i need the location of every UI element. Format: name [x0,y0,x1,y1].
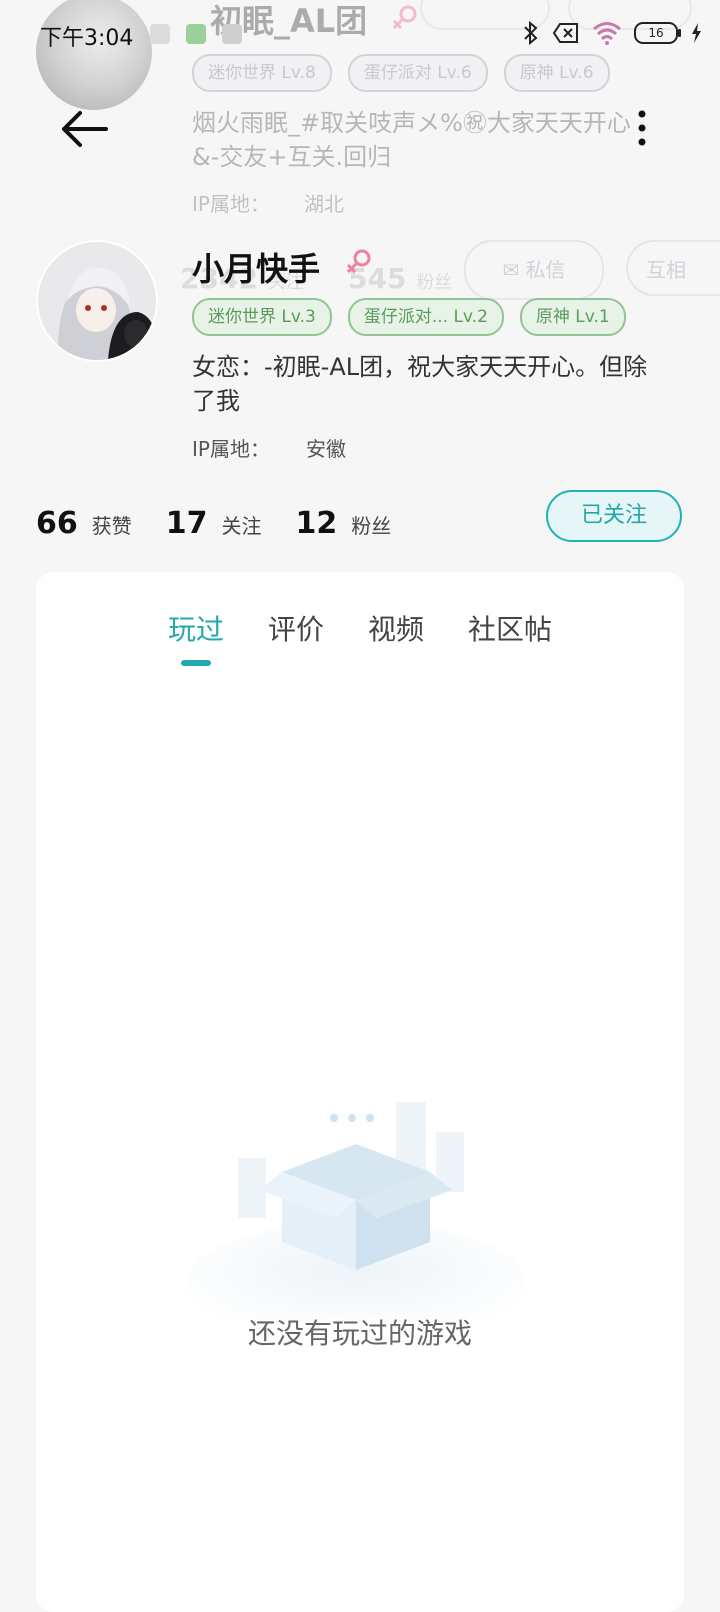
ghost-mutual-button: 互相 [626,240,720,296]
wifi-icon [593,22,621,45]
notification-app-icon [186,24,206,44]
tab-community-posts[interactable]: 社区帖 [468,608,552,648]
empty-box-illustration [186,1102,526,1322]
fans-label[interactable]: 粉丝 [351,510,391,539]
female-icon [392,5,417,30]
ip-location: IP属地： 安徽 [192,433,346,462]
ghost-avatar [36,0,152,110]
game-tag[interactable]: 蛋仔派对... Lv.2 [347,298,504,336]
game-tag[interactable]: 迷你世界 Lv.3 [192,298,332,336]
ghost-bio: 烟火雨眠_#取关吱声メ%㊗大家天天开心&-交友+互关.回归 [192,109,631,171]
more-options-icon[interactable] [620,108,664,152]
content-tabs: 玩过 评价 视频 社区帖 [36,608,684,648]
tab-videos[interactable]: 视频 [368,608,424,648]
ghost-ip-location: IP属地： 湖北 [192,188,344,217]
status-icons: 16 [522,20,702,46]
fans-count[interactable]: 12 [296,506,338,541]
profile-stats: 66 获赞 17 关注 12 粉丝 [36,506,425,541]
battery-level: 16 [648,26,664,40]
charging-icon [692,23,701,43]
ghost-game-tag: 原神 Lv.6 [503,54,610,92]
likes-label: 获赞 [91,514,132,538]
ghost-ip-value: 湖北 [303,192,344,216]
content-card: 玩过 评价 视频 社区帖 还没有玩过的游戏 [36,572,684,1612]
ghost-message-label: 私信 [525,258,566,282]
following-count[interactable]: 17 [166,506,208,541]
ghost-tags: 迷你世界 Lv.8 蛋仔派对 Lv.6 原神 Lv.6 [192,54,610,92]
ghost-game-tag: 迷你世界 Lv.8 [192,54,332,92]
profile-name: 小月快手 [192,250,321,288]
avatar-image [38,242,156,360]
notification-app-icon [150,24,170,44]
bluetooth-icon [524,20,538,46]
ip-label: IP属地： [192,437,270,461]
ghost-message-button: ✉ 私信 [464,240,604,300]
female-icon [346,249,371,274]
tab-played[interactable]: 玩过 [168,608,224,648]
notification-app-icon [222,24,242,44]
game-tag[interactable]: 原神 Lv.1 [519,298,626,336]
ip-value: 安徽 [305,437,346,461]
tab-reviews[interactable]: 评价 [268,608,324,648]
ghost-stat-label: 粉丝 [416,272,453,293]
following-button[interactable]: 已关注 [546,490,682,542]
back-arrow-icon[interactable] [56,104,116,154]
battery-icon: 16 [634,22,681,44]
status-time: 下午3:04 [40,26,134,51]
following-label[interactable]: 关注 [222,510,262,539]
avatar[interactable] [36,240,158,362]
no-sim-icon [552,23,578,43]
likes-count: 66 [36,506,78,541]
profile-bio: 女恋：-初眠-AL团，祝大家天天开心。但除了我 [192,353,648,415]
ghost-ip-label: IP属地： [192,192,270,216]
ghost-game-tag: 蛋仔派对 Lv.6 [347,54,488,92]
game-tags: 迷你世界 Lv.3 蛋仔派对... Lv.2 原神 Lv.1 [192,298,626,336]
empty-state-message: 还没有玩过的游戏 [247,1317,472,1350]
